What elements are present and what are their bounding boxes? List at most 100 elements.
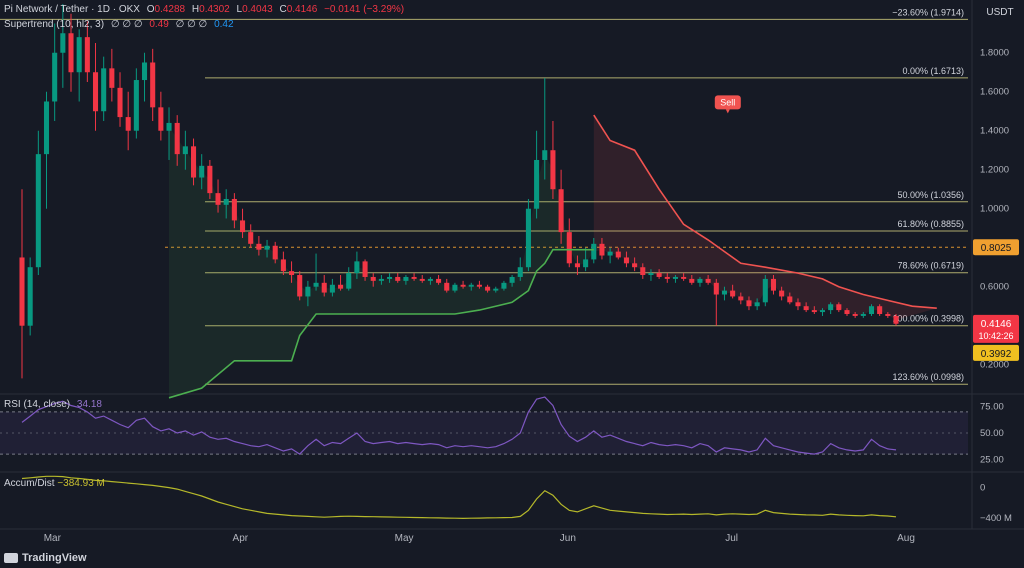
candle-body (656, 273, 662, 277)
candle-body (697, 278, 703, 283)
candle-body (411, 276, 417, 279)
candle-body (721, 290, 727, 295)
candle-body (207, 165, 213, 194)
rsi-value: 34.18 (76, 399, 102, 410)
candle-body (362, 261, 368, 277)
candle-body (27, 267, 33, 326)
open-value: 0.4288 (154, 4, 186, 15)
sell-signal-label: Sell (720, 97, 735, 107)
supertrend-legend[interactable]: Supertrend (10, hl2, 3) ∅ ∅ ∅ 0.49 ∅ ∅ ∅… (4, 19, 234, 30)
chart-canvas[interactable]: −23.60% (1.9714) 0.00% (1.6713) 50.00% (1.… (0, 0, 1024, 568)
candle-body (264, 245, 270, 250)
price-tick-label: 1.0000 (980, 204, 1009, 215)
candle-body (509, 276, 515, 283)
candle-body (615, 251, 621, 258)
tradingview-logo[interactable]: TradingView (4, 552, 87, 564)
candle-body (436, 278, 442, 283)
fib-level-label: 78.60% (0.6719) (897, 261, 964, 271)
candle-body (346, 273, 352, 289)
candle-body (648, 273, 654, 276)
candle-body (158, 107, 164, 131)
price-tag-label: 0.8025 (981, 243, 1012, 254)
candle-body (795, 302, 801, 307)
candle-body (395, 276, 401, 281)
candle-body (313, 282, 319, 287)
candle (207, 159, 213, 199)
accum-dist-tick-label: −400 M (980, 513, 1012, 524)
price-tick-label: 1.4000 (980, 126, 1009, 137)
fib-level-label: 0.00% (1.6713) (902, 66, 964, 76)
candle-body (517, 267, 523, 277)
candle (525, 198, 531, 272)
candle-body (558, 189, 564, 233)
candle-body (599, 243, 605, 256)
candle-body (828, 304, 834, 311)
tradingview-mark-icon (4, 553, 18, 563)
symbol-label[interactable]: Pi Network / Tether · 1D · OKX (4, 4, 140, 15)
candle-body (117, 87, 123, 118)
candle-body (819, 310, 826, 313)
candle-body (779, 290, 785, 297)
candle-body (672, 276, 678, 279)
price-tick-label: 0.2000 (980, 360, 1009, 371)
fib-level-label: −23.60% (1.9714) (892, 7, 964, 17)
candle-body (43, 101, 50, 155)
close-label: C (279, 4, 287, 15)
candle-body (705, 278, 711, 283)
time-tick-label: Aug (897, 533, 915, 544)
candle-body (84, 37, 90, 73)
accum-dist-legend[interactable]: Accum/Dist −384.93 M (4, 478, 105, 489)
candle-body (101, 68, 107, 112)
candle-body (387, 276, 393, 279)
candle-body (852, 314, 858, 316)
fib-level-label: 61.80% (0.8855) (897, 219, 964, 229)
candle-body (877, 306, 883, 315)
candle-body (468, 284, 474, 287)
rsi-legend[interactable]: RSI (14, close) 34.18 (4, 399, 102, 410)
candle-body (730, 290, 736, 297)
candle-body (321, 282, 327, 293)
supertrend-empty: ∅ ∅ ∅ (110, 19, 143, 30)
candle-body (860, 314, 866, 316)
candle-body (223, 198, 229, 205)
candle-body (754, 302, 760, 307)
candle-body (52, 52, 58, 102)
candle-body (76, 37, 82, 73)
currency-label[interactable]: USDT (978, 5, 1022, 21)
candle-body (403, 276, 409, 281)
supertrend-empty-2: ∅ ∅ ∅ (175, 19, 208, 30)
candle-body (501, 282, 507, 289)
candle-body (125, 117, 131, 131)
candle-body (460, 284, 466, 287)
candle-body (493, 288, 499, 291)
candle-body (419, 278, 425, 281)
candle-body (713, 282, 719, 295)
price-tag-label: 0.3992 (981, 349, 1012, 360)
candle-body (811, 310, 817, 313)
candle-body (280, 259, 286, 272)
price-tick-label: 0.6000 (980, 282, 1009, 293)
candle-body (240, 220, 246, 233)
supertrend-red-value: 0.49 (149, 19, 169, 30)
candle-body (623, 257, 629, 264)
candle-body (109, 68, 115, 88)
candle-body (632, 263, 638, 268)
candle-body (427, 278, 433, 281)
countdown-label: 10:42:26 (978, 331, 1013, 341)
candle-body (844, 310, 850, 315)
fib-level-label: 50.00% (1.0356) (897, 190, 964, 200)
accum-dist-tick-label: 0 (980, 483, 985, 494)
change-value: −0.0141 (−3.29%) (324, 4, 405, 15)
time-tick-label: Mar (44, 533, 62, 544)
candle-body (248, 232, 254, 244)
candle-body (68, 33, 74, 73)
supertrend-blue-value: 0.42 (214, 19, 234, 30)
branding-label: TradingView (22, 552, 87, 564)
candle-body (525, 208, 531, 268)
candle-body (607, 251, 613, 256)
candle-body (836, 304, 842, 311)
candle-body (476, 284, 482, 287)
candle-body (329, 284, 335, 293)
time-tick-label: Jul (725, 533, 738, 544)
candle-body (534, 159, 540, 209)
